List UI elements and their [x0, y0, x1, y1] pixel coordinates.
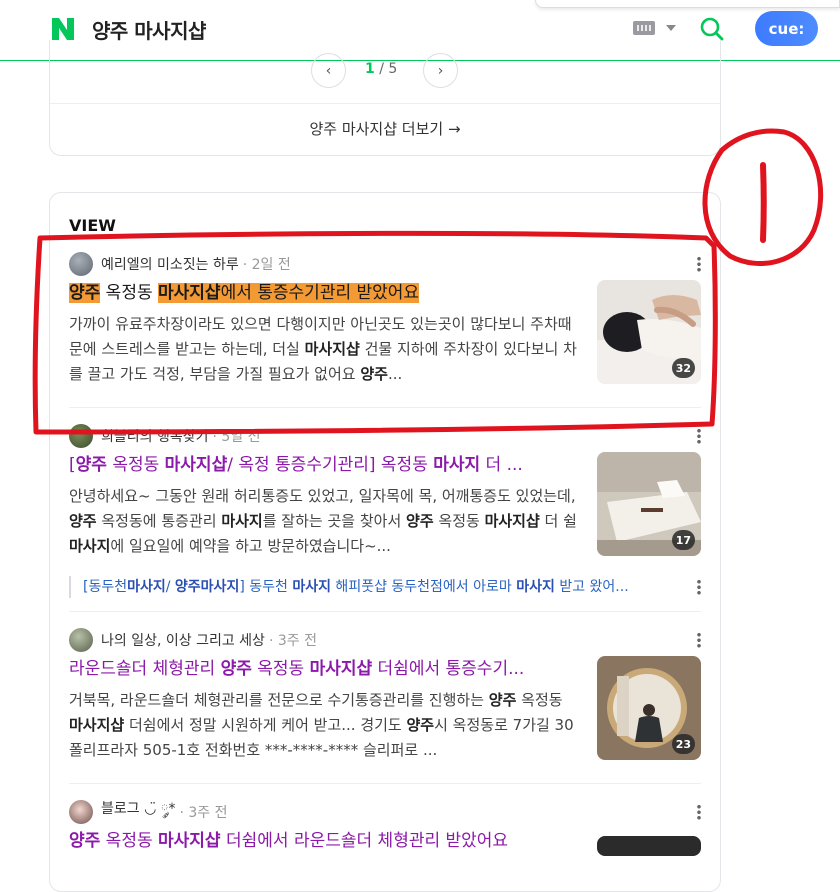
- list-item[interactable]: 블로그 ◡̈ ༘* · 3주 전 양주 옥정동 마사지샵 더쉼에서 라운드숄더 …: [69, 800, 701, 860]
- post-time: · 5일 전: [212, 429, 261, 445]
- page-indicator: 1 / 5: [365, 61, 397, 77]
- current-page: 1: [365, 61, 375, 77]
- keyboard-icon[interactable]: [633, 21, 655, 35]
- popup-edge: [535, 0, 840, 8]
- prev-page-button[interactable]: ‹: [311, 53, 346, 88]
- list-item[interactable]: 예리엘의 미소짓는 하루 · 2일 전 양주 옥정동 마사지샵에서 통증수기관리…: [69, 252, 701, 392]
- more-options-icon[interactable]: [697, 256, 701, 272]
- divider: [69, 407, 701, 408]
- related-post-link[interactable]: [동두천마사지/ 양주마사지] 동두천 마사지 해피풋샵 동두천점에서 아로마 …: [69, 576, 701, 598]
- post-time: · 3주 전: [179, 805, 228, 821]
- post-title[interactable]: 양주 옥정동 마사지샵 더쉼에서 라운드숄더 체형관리 받았어요: [69, 829, 579, 853]
- post-author[interactable]: 블로그 ◡̈ ༘* · 3주 전: [69, 800, 228, 824]
- post-author[interactable]: 예리엘의 미소짓는 하루 · 2일 전: [69, 252, 291, 276]
- image-count-badge: 23: [671, 734, 695, 754]
- post-description[interactable]: 가까이 유료주차장이라도 있으면 다행이지만 아닌곳도 있는곳이 많다보니 주차…: [69, 312, 579, 387]
- author-name: 나의 일상, 이상 그리고 세상: [101, 633, 265, 649]
- author-name: 블로그 ◡̈ ༘*: [101, 801, 176, 817]
- divider: [50, 103, 720, 104]
- post-description[interactable]: 거북목, 라운드숄더 체형관리를 전문으로 수기통증관리를 진행하는 양주 옥정…: [69, 688, 579, 763]
- image-count-badge: 32: [671, 358, 695, 378]
- post-title[interactable]: 라운드숄더 체형관리 양주 옥정동 마사지샵 더쉼에서 통증수기...: [69, 657, 579, 681]
- list-item[interactable]: 희블리의 행복찾기 · 5일 전 [양주 옥정동 마사지샵/ 옥정 통증수기관리…: [69, 424, 701, 564]
- more-options-icon[interactable]: [697, 632, 701, 648]
- post-thumbnail[interactable]: 32: [597, 280, 701, 384]
- post-time: · 3주 전: [268, 633, 317, 649]
- total-pages: / 5: [379, 61, 398, 77]
- divider: [69, 783, 701, 784]
- chevron-left-icon: ‹: [325, 62, 332, 79]
- author-name: 예리엘의 미소짓는 하루: [101, 257, 239, 273]
- post-thumbnail[interactable]: 17: [597, 452, 701, 556]
- post-description[interactable]: 안녕하세요~ 그동안 원래 허리통증도 있었고, 일자목에 목, 어깨통증도 있…: [69, 484, 579, 559]
- more-results-link[interactable]: 양주 마사지샵 더보기 →: [0, 118, 770, 139]
- cue-button[interactable]: cue:: [755, 11, 818, 46]
- naver-logo-icon[interactable]: [50, 16, 76, 42]
- post-time: · 2일 전: [242, 257, 291, 273]
- circle-mark: [702, 128, 824, 266]
- list-item[interactable]: 나의 일상, 이상 그리고 세상 · 3주 전 라운드숄더 체형관리 양주 옥정…: [69, 628, 701, 768]
- avatar: [69, 252, 93, 276]
- divider: [69, 611, 701, 612]
- more-options-icon[interactable]: [697, 428, 701, 444]
- more-options-icon[interactable]: [697, 804, 701, 820]
- post-thumbnail[interactable]: 23: [597, 656, 701, 760]
- avatar: [69, 424, 93, 448]
- post-author[interactable]: 나의 일상, 이상 그리고 세상 · 3주 전: [69, 628, 317, 652]
- author-name: 희블리의 행복찾기: [101, 429, 209, 445]
- number-one-mark: [760, 162, 767, 243]
- post-title[interactable]: 양주 옥정동 마사지샵에서 통증수기관리 받았어요: [69, 281, 579, 305]
- chevron-right-icon: ›: [437, 62, 444, 79]
- post-thumbnail[interactable]: [597, 836, 701, 856]
- pager: ‹ 1 / 5 ›: [311, 53, 459, 88]
- post-title[interactable]: [양주 옥정동 마사지샵/ 옥정 통증수기관리] 옥정동 마사지 더 ...: [69, 453, 579, 477]
- chevron-down-icon[interactable]: [666, 25, 676, 31]
- search-icon[interactable]: [699, 16, 725, 42]
- image-count-badge: 17: [671, 530, 695, 550]
- next-page-button[interactable]: ›: [423, 53, 458, 88]
- avatar: [69, 628, 93, 652]
- post-author[interactable]: 희블리의 행복찾기 · 5일 전: [69, 424, 261, 448]
- section-title: VIEW: [69, 216, 116, 235]
- more-options-icon[interactable]: [697, 579, 701, 595]
- avatar: [69, 800, 93, 824]
